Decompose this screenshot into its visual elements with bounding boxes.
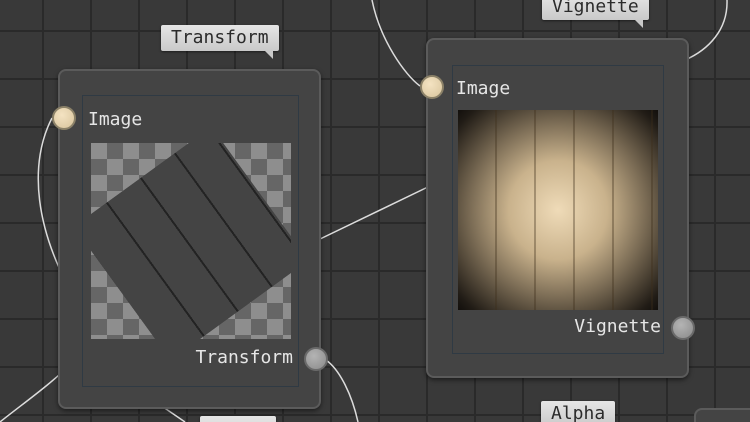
- vignette-output-port[interactable]: [671, 316, 695, 340]
- offscreen-node[interactable]: [694, 408, 750, 422]
- vignette-node[interactable]: Image Vignette: [426, 38, 689, 378]
- vignette-output-label: Vignette: [574, 316, 661, 337]
- transform-output-label: Transform: [195, 347, 293, 368]
- vignette-preview-image: [458, 110, 658, 310]
- transform-node[interactable]: Image Transform: [58, 69, 321, 409]
- vignette-node-tag[interactable]: Vignette: [542, 0, 649, 28]
- offscreen-node-tag[interactable]: [200, 416, 276, 422]
- vignette-input-label: Image: [456, 78, 511, 99]
- vignette-input-port[interactable]: [420, 75, 444, 99]
- rotated-wood-texture: [91, 143, 291, 339]
- wire-into-vignette: [371, 0, 421, 87]
- transform-input-port[interactable]: [52, 106, 76, 130]
- wire-transform-to-vignette: [317, 184, 433, 241]
- wire-vignette-top-right: [684, 0, 728, 61]
- transform-input-label: Image: [88, 109, 143, 130]
- transform-output-port[interactable]: [304, 347, 328, 371]
- transform-node-tag[interactable]: Transform: [161, 25, 279, 59]
- transform-preview-image: [91, 143, 291, 339]
- alpha-node-tag[interactable]: Alpha: [541, 401, 616, 422]
- wire-transform-output: [325, 359, 359, 422]
- node-graph-canvas[interactable]: Transform Image Transform Vignette Image…: [0, 0, 750, 422]
